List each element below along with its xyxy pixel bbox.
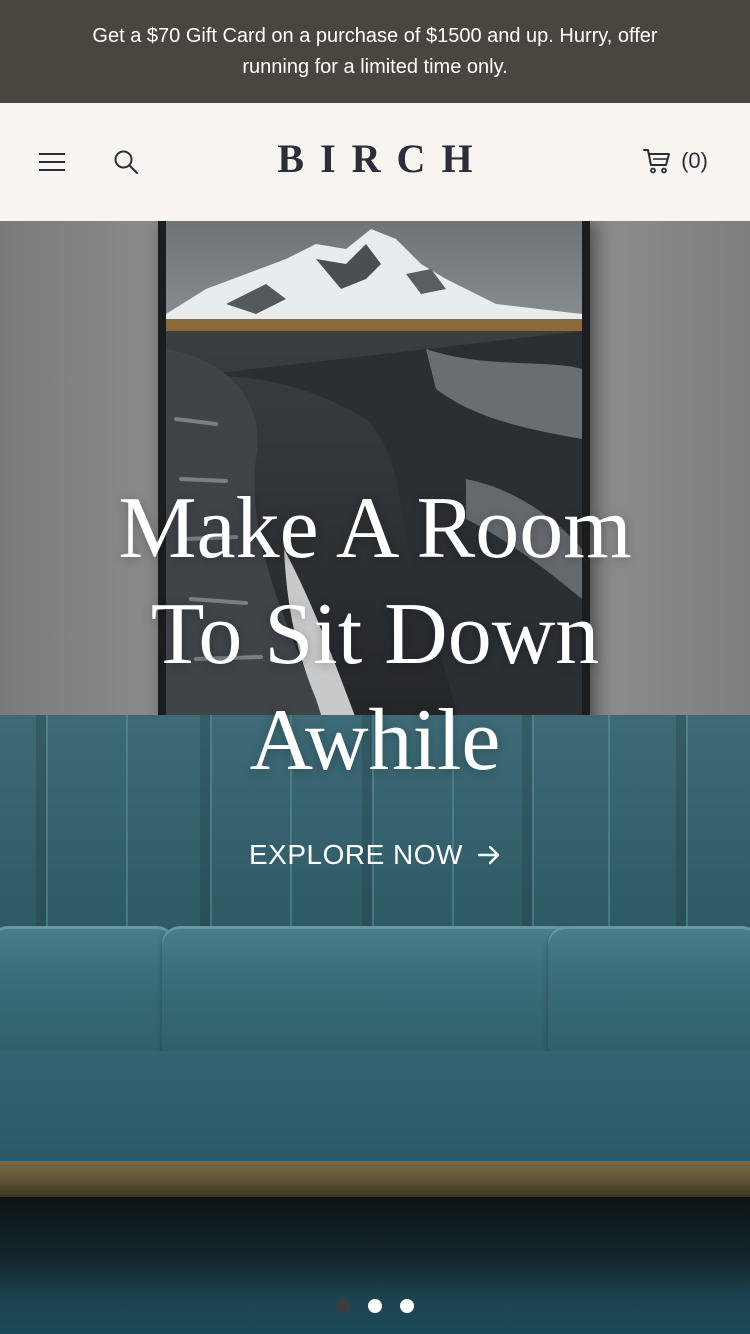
- sofa-base: [0, 1161, 750, 1197]
- carousel-dot-3[interactable]: [400, 1299, 414, 1313]
- carousel-dot-2[interactable]: [368, 1299, 382, 1313]
- arrow-right-icon: [477, 845, 500, 865]
- hero-banner: Make A Room To Sit Down Awhile EXPLORE N…: [0, 221, 750, 1334]
- hero-title-line: Make A Room: [118, 480, 632, 577]
- site-header: BIRCH (0): [0, 103, 750, 221]
- promo-banner: Get a $70 Gift Card on a purchase of $15…: [0, 0, 750, 103]
- explore-now-label: EXPLORE NOW: [249, 839, 463, 870]
- shopping-cart-icon: [643, 149, 671, 174]
- cart-button[interactable]: (0): [643, 139, 708, 183]
- cart-count: (0): [681, 148, 708, 173]
- promo-text: Get a $70 Gift Card on a purchase of $15…: [92, 24, 658, 78]
- sofa-cushion: [162, 926, 590, 1056]
- sofa-front: [0, 1051, 750, 1166]
- explore-now-button[interactable]: EXPLORE NOW: [0, 839, 750, 871]
- hero-title-line: To Sit Down: [150, 586, 600, 683]
- floor-rug: [0, 1197, 750, 1334]
- hero-title: Make A Room To Sit Down Awhile: [0, 476, 750, 794]
- carousel-dot-1[interactable]: [336, 1299, 350, 1313]
- sofa-cushion: [0, 926, 175, 1056]
- hero-title-line: Awhile: [249, 692, 501, 789]
- brand-logo[interactable]: BIRCH: [0, 135, 750, 182]
- carousel-pagination: [0, 1299, 750, 1313]
- sofa-cushion: [548, 926, 750, 1056]
